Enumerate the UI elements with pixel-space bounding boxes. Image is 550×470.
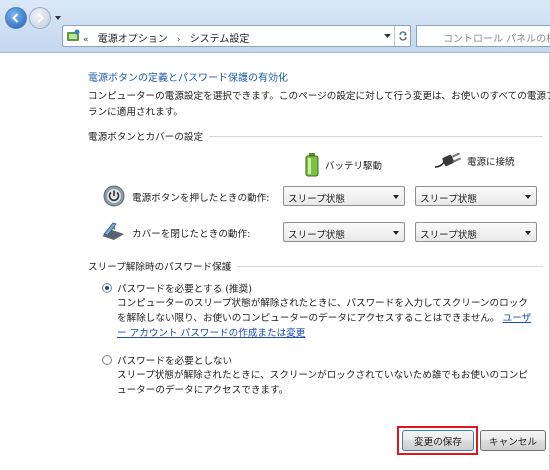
require-password-label[interactable]: パスワードを必要とする (推奨) bbox=[117, 281, 252, 295]
no-password-description: スリープ状態が解除されたときに、スクリーンがロックされていないため誰でもお使いの… bbox=[117, 370, 528, 396]
chevron-down-icon bbox=[525, 231, 531, 235]
breadcrumb-overflow[interactable]: « bbox=[83, 35, 89, 45]
save-changes-button[interactable]: 変更の保存 bbox=[402, 430, 474, 451]
address-history-dropdown[interactable] bbox=[380, 26, 394, 46]
power-plug-icon bbox=[435, 153, 461, 168]
power-button-plugged-select[interactable]: スリープ状態 bbox=[415, 186, 537, 206]
refresh-button[interactable] bbox=[394, 26, 410, 46]
navigation-bar: « 電源オプション › システム設定 コントロール パネルの検 bbox=[0, 0, 550, 52]
forward-button[interactable] bbox=[29, 7, 51, 29]
breadcrumb: « 電源オプション › システム設定 bbox=[83, 30, 255, 45]
breadcrumb-item-power-options[interactable]: 電源オプション bbox=[98, 34, 168, 45]
selected-value: スリープ状態 bbox=[420, 230, 477, 241]
plugged-in-column-header: 電源に接続 bbox=[435, 153, 515, 169]
back-arrow-icon bbox=[12, 13, 19, 23]
forward-arrow-icon bbox=[37, 13, 44, 23]
no-password-label[interactable]: パスワードを必要としない bbox=[117, 353, 232, 367]
battery-column-header: バッテリ駆動 bbox=[305, 153, 382, 177]
require-password-desc-text: コンピューターのスリープ状態が解除されたときに、パスワードを入力してスクリーンの… bbox=[117, 298, 528, 324]
search-box[interactable]: コントロール パネルの検 bbox=[416, 25, 550, 47]
laptop-lid-icon bbox=[102, 222, 124, 240]
breadcrumb-item-system-settings[interactable]: システム設定 bbox=[190, 34, 250, 45]
chevron-down-icon bbox=[383, 33, 391, 38]
chevron-down-icon bbox=[393, 231, 399, 235]
require-password-description: コンピューターのスリープ状態が解除されたときに、パスワードを入力してスクリーンの… bbox=[117, 296, 535, 341]
require-password-radio[interactable] bbox=[102, 283, 112, 293]
selected-value: スリープ状態 bbox=[288, 230, 345, 241]
power-button-battery-select[interactable]: スリープ状態 bbox=[283, 186, 405, 206]
page-title: 電源ボタンの定義とパスワード保護の有効化 bbox=[88, 73, 288, 84]
breadcrumb-separator[interactable]: › bbox=[177, 35, 181, 45]
password-group-header: スリープ解除時のパスワード保護 bbox=[88, 259, 238, 273]
lid-close-plugged-select[interactable]: スリープ状態 bbox=[415, 222, 537, 242]
control-panel-icon bbox=[67, 29, 80, 41]
power-button-action-label: 電源ボタンを押したときの動作: bbox=[132, 193, 270, 204]
back-button[interactable] bbox=[5, 7, 27, 29]
selected-value: スリープ状態 bbox=[420, 194, 477, 205]
power-button-icon bbox=[103, 185, 125, 207]
no-password-radio[interactable] bbox=[102, 355, 112, 365]
lid-close-action-label: カバーを閉じたときの動作: bbox=[132, 229, 251, 240]
selected-value: スリープ状態 bbox=[288, 194, 345, 205]
page-description: コンピューターの電源設定を選択できます。このページの設定に対して行う変更は、お使… bbox=[88, 91, 550, 118]
power-group-header: 電源ボタンとカバーの設定 bbox=[88, 129, 210, 143]
recent-pages-dropdown-icon[interactable] bbox=[54, 14, 62, 22]
refresh-icon bbox=[398, 31, 407, 41]
main-panel: 電源ボタンの定義とパスワード保護の有効化 コンピューターの電源設定を選択できます… bbox=[0, 52, 550, 470]
chevron-down-icon bbox=[525, 195, 531, 199]
plugged-in-column-label: 電源に接続 bbox=[467, 157, 515, 168]
address-bar[interactable]: « 電源オプション › システム設定 bbox=[62, 25, 411, 47]
lid-close-battery-select[interactable]: スリープ状態 bbox=[283, 222, 405, 242]
battery-column-label: バッテリ駆動 bbox=[325, 161, 383, 172]
cancel-button[interactable]: キャンセル bbox=[480, 430, 546, 451]
battery-icon bbox=[305, 153, 319, 177]
search-placeholder: コントロール パネルの検 bbox=[443, 34, 550, 45]
chevron-down-icon bbox=[393, 195, 399, 199]
